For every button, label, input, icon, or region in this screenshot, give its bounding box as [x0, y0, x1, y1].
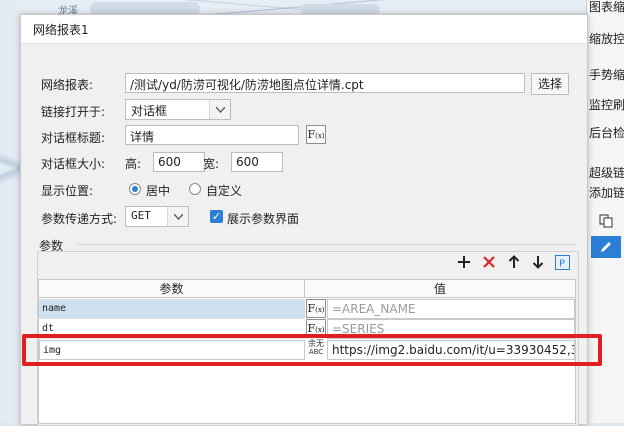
position-center-label[interactable]: 居中	[146, 182, 170, 199]
panel-item-gesture-zoom[interactable]: 手势缩	[589, 66, 624, 83]
link-open-selected: 对话框	[131, 104, 168, 118]
link-open-label: 链接打开于:	[41, 105, 106, 119]
dialog-size-label: 对话框大小:	[41, 157, 106, 171]
section-divider	[77, 244, 577, 245]
chevron-down-icon[interactable]	[167, 207, 188, 226]
dialog-title-input[interactable]: 详情	[125, 125, 299, 145]
show-params-label[interactable]: 展示参数界面	[227, 210, 299, 227]
svg-text:P: P	[559, 259, 565, 270]
link-open-select[interactable]: 对话框	[125, 99, 231, 120]
add-icon[interactable]	[455, 255, 473, 273]
dialog-titlebar: 网络报表1	[21, 15, 587, 44]
position-custom-label[interactable]: 自定义	[206, 182, 242, 199]
panel-item-background-check[interactable]: 后台检	[589, 124, 624, 141]
move-up-icon[interactable]	[505, 255, 523, 273]
param-name-cell[interactable]: name	[39, 299, 305, 319]
dialog-title: 网络报表1	[33, 23, 89, 37]
column-header-value[interactable]: 值	[305, 280, 575, 298]
delete-icon[interactable]	[480, 255, 498, 273]
panel-item-add-link[interactable]: 添加链	[589, 184, 624, 201]
width-label: 宽:	[203, 157, 220, 171]
panel-item-hyperlink[interactable]: 超级链	[589, 164, 624, 181]
show-params-checkbox[interactable]: ✓	[210, 210, 223, 223]
map-background-left	[0, 0, 22, 423]
choose-button[interactable]: 选择	[531, 73, 569, 95]
move-down-icon[interactable]	[529, 255, 547, 273]
edit-pencil-icon[interactable]	[591, 236, 621, 258]
height-label: 高:	[125, 157, 142, 171]
column-header-param[interactable]: 参数	[39, 280, 305, 298]
position-center-radio[interactable]	[129, 183, 141, 195]
panel-item-monitor-refresh[interactable]: 监控刷	[589, 96, 624, 113]
panel-item-chart-zoom[interactable]: 图表缩	[589, 0, 624, 15]
height-input[interactable]: 600	[153, 152, 205, 172]
param-method-select[interactable]: GET	[125, 206, 189, 227]
report-path-input[interactable]: /测试/yd/防涝可视化/防涝地图点位详情.cpt	[125, 73, 525, 93]
panel-item-zoom-control[interactable]: 缩放控	[589, 30, 624, 47]
formula-button[interactable]: F(x)	[306, 299, 326, 318]
copy-icon[interactable]	[591, 210, 621, 232]
report-path-label: 网络报表:	[41, 78, 94, 92]
position-label: 显示位置:	[41, 184, 94, 198]
position-custom-radio[interactable]	[189, 183, 201, 195]
dialog-title-label: 对话框标题:	[41, 131, 106, 145]
formula-button[interactable]: F(x)	[306, 125, 326, 144]
param-value-cell[interactable]: =AREA_NAME	[327, 299, 575, 319]
param-method-selected: GET	[131, 209, 151, 222]
parameter-p-icon[interactable]: P	[553, 255, 571, 273]
chevron-down-icon[interactable]	[209, 100, 230, 119]
map-region	[300, 4, 380, 14]
width-input[interactable]: 600	[231, 152, 283, 172]
highlight-box	[22, 334, 602, 366]
param-method-label: 参数传递方式:	[41, 212, 118, 226]
